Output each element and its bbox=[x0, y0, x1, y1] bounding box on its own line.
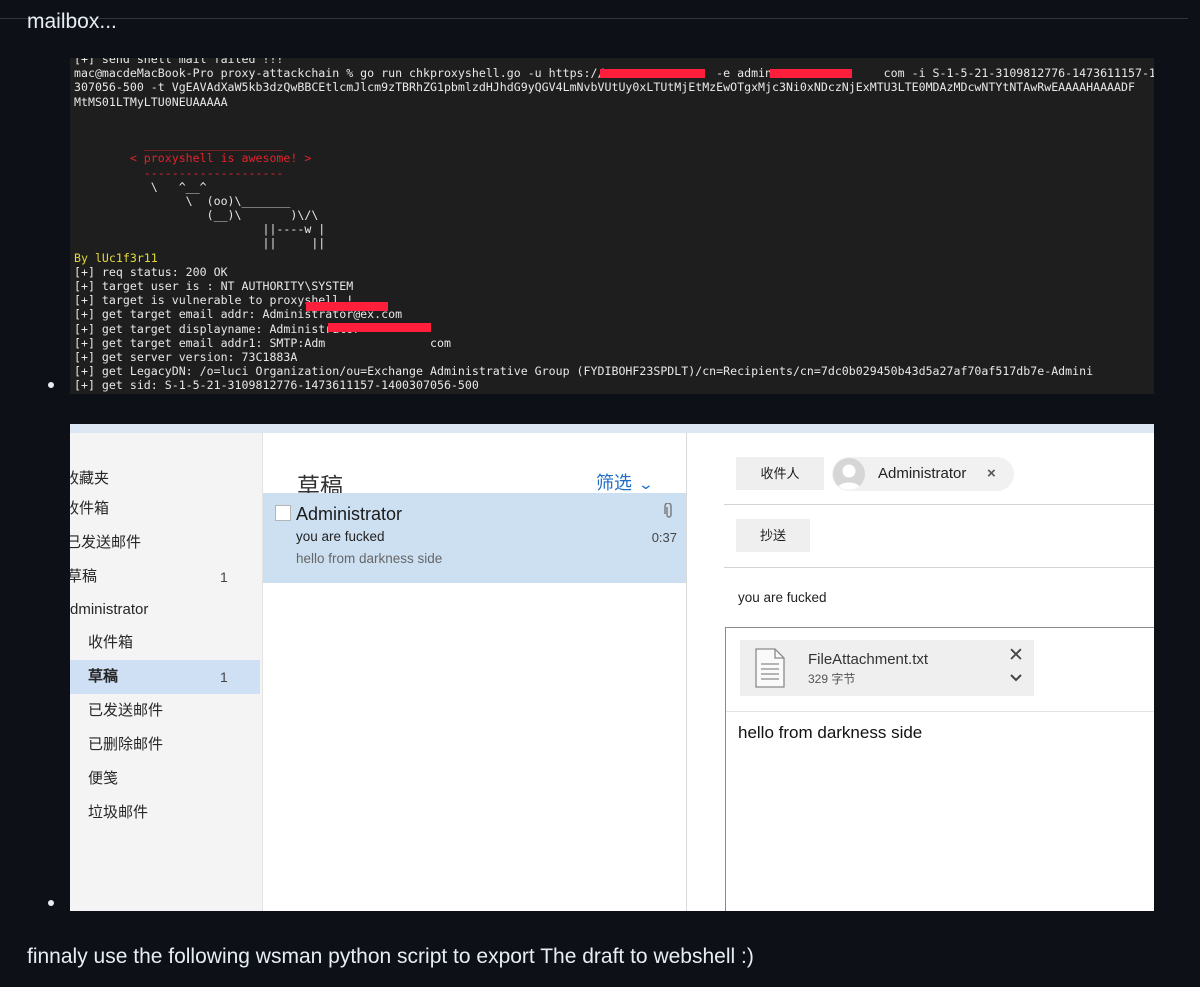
compose-subject[interactable]: you are fucked bbox=[738, 590, 827, 605]
terminal-line: ||----w | bbox=[74, 222, 326, 237]
terminal-screenshot: [+] send shell mail failed !!! mac@macdeM… bbox=[70, 58, 1154, 394]
terminal-line: (__)\ )\/\ bbox=[74, 208, 319, 223]
terminal-line: [+] get target email addr: Administrator… bbox=[74, 307, 403, 322]
redaction-bar bbox=[600, 69, 705, 78]
message-subject: you are fucked bbox=[296, 529, 385, 544]
terminal-line: MtMS01LTMyLTU0NEUAAAAA bbox=[74, 94, 228, 109]
folder-sent[interactable]: 已发送邮件 bbox=[70, 694, 260, 728]
terminal-line: 307056-500 -t VgEAVAdXaW5kb3dzQwBBCEtlcm… bbox=[74, 80, 1135, 95]
reading-pane: 收件人 Administrator × 抄送 you are fucked Fi… bbox=[687, 433, 1154, 911]
terminal-line: ____________________ bbox=[74, 137, 284, 152]
filter-button[interactable]: 筛选 ⌄ bbox=[596, 469, 655, 495]
to-button[interactable]: 收件人 bbox=[736, 457, 824, 490]
terminal-line: [+] get sid: S-1-5-21-3109812776-1473611… bbox=[74, 378, 479, 393]
cc-button[interactable]: 抄送 bbox=[736, 519, 810, 552]
terminal-line: [+] get LegacyDN: /o=luci Organization/o… bbox=[74, 364, 1094, 379]
terminal-line: [+] send shell mail successful: NoError bbox=[74, 393, 1150, 395]
terminal-line: By lUc1f3r11 bbox=[74, 250, 158, 265]
terminal-output: [+] send shell mail failed !!! mac@macdeM… bbox=[74, 58, 1154, 395]
message-list-pane: 草稿 筛选 ⌄ Administrator you are fucked hell… bbox=[263, 433, 687, 911]
divider bbox=[724, 504, 1154, 505]
folder-junk[interactable]: 垃圾邮件 bbox=[70, 796, 260, 830]
list-bullet bbox=[48, 382, 54, 388]
divider bbox=[724, 567, 1154, 568]
folder-pane: 收藏夹 收件箱 已发送邮件 草稿 1 dministrator 收件箱 草稿 1 已… bbox=[70, 433, 263, 911]
redaction-bar bbox=[328, 323, 431, 332]
terminal-line: [+] target is vulnerable to proxyshell ! bbox=[74, 293, 354, 308]
remove-attachment-icon[interactable]: ✕ bbox=[1008, 644, 1024, 667]
folder-deleted[interactable]: 已删除邮件 bbox=[70, 728, 260, 762]
paperclip-icon bbox=[664, 502, 674, 524]
document-icon bbox=[754, 648, 786, 693]
folder-inbox-fav[interactable]: 收件箱 bbox=[70, 492, 256, 526]
terminal-line: [+] send shell mail failed !!! bbox=[74, 58, 284, 66]
terminal-line: \ (oo)\_______ bbox=[74, 193, 291, 208]
list-bullet bbox=[48, 900, 54, 906]
message-row[interactable]: Administrator you are fucked hello from … bbox=[263, 493, 686, 583]
close-icon[interactable]: × bbox=[987, 465, 996, 482]
folder-inbox[interactable]: 收件箱 bbox=[70, 626, 260, 660]
folder-account-administrator[interactable]: dministrator bbox=[70, 593, 262, 627]
recipient-name: Administrator bbox=[878, 465, 967, 482]
paragraph-text: finnaly use the following wsman python s… bbox=[27, 945, 754, 968]
unread-count: 1 bbox=[220, 669, 228, 685]
terminal-line: -------------------- bbox=[74, 165, 284, 180]
owa-topbar bbox=[70, 424, 1154, 433]
folder-sent-fav[interactable]: 已发送邮件 bbox=[70, 526, 258, 560]
unread-count: 1 bbox=[220, 569, 228, 585]
terminal-line: || || bbox=[74, 236, 326, 251]
attachment-name: FileAttachment.txt bbox=[808, 651, 929, 668]
attachment-size: 329 字节 bbox=[808, 672, 856, 686]
recipient-chip[interactable]: Administrator × bbox=[832, 457, 1014, 491]
terminal-line: [+] get target displayname: Administrato… bbox=[74, 321, 361, 336]
terminal-line: [+] get server version: 73C1883A bbox=[74, 349, 298, 364]
folder-notes[interactable]: 便笺 bbox=[70, 762, 260, 796]
redaction-bar bbox=[306, 302, 388, 311]
avatar bbox=[833, 458, 865, 490]
divider bbox=[726, 711, 1154, 712]
terminal-line: [+] get target email addr1: SMTP:Adm com bbox=[74, 335, 451, 350]
terminal-line: \ ^__^ bbox=[74, 179, 207, 194]
section-divider bbox=[0, 18, 1188, 19]
folder-drafts[interactable]: 草稿 1 bbox=[70, 660, 260, 694]
message-time: 0:37 bbox=[651, 530, 677, 545]
compose-body[interactable]: FileAttachment.txt 329 字节 ✕ hello from d… bbox=[725, 627, 1154, 911]
terminal-line: [+] target user is : NT AUTHORITY\SYSTEM bbox=[74, 279, 354, 293]
redaction-bar bbox=[770, 69, 852, 78]
message-checkbox[interactable] bbox=[275, 505, 291, 521]
terminal-line: [+] req status: 200 OK bbox=[74, 264, 228, 279]
folder-drafts-fav[interactable]: 草稿 1 bbox=[70, 560, 259, 594]
body-text: hello from darkness side bbox=[738, 723, 923, 742]
attachment-card[interactable]: FileAttachment.txt 329 字节 ✕ bbox=[740, 640, 1034, 696]
heading-partial: mailbox... bbox=[27, 10, 117, 33]
terminal-line: < proxyshell is awesome! > bbox=[74, 151, 312, 166]
message-sender: Administrator bbox=[296, 504, 403, 524]
chevron-down-icon[interactable] bbox=[1009, 670, 1023, 688]
chevron-down-icon: ⌄ bbox=[637, 476, 655, 492]
folder-favorites[interactable]: 收藏夹 bbox=[70, 462, 256, 496]
message-preview: hello from darkness side bbox=[296, 551, 443, 566]
owa-screenshot: 收藏夹 收件箱 已发送邮件 草稿 1 dministrator 收件箱 草稿 1 已… bbox=[70, 424, 1154, 911]
